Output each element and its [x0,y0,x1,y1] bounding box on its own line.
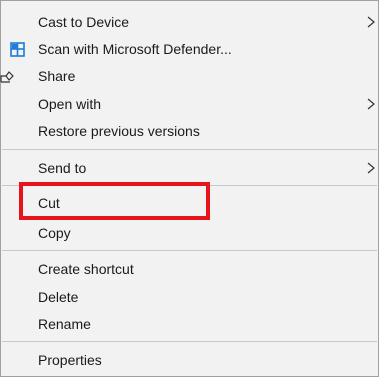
menu-item-delete[interactable]: Delete [1,284,378,310]
chevron-right-icon [367,162,375,174]
defender-shield-icon [10,42,25,57]
menu-item-label: Share [38,68,76,84]
menu-item-rename[interactable]: Rename [1,311,378,337]
chevron-right-icon [367,98,375,110]
context-menu: Cast to Device Scan with Microsoft Defen… [0,0,379,377]
menu-item-restore-previous-versions[interactable]: Restore previous versions [1,118,378,144]
menu-separator [2,149,377,150]
menu-item-label: Cast to Device [38,14,130,30]
menu-item-cast-to-device[interactable]: Cast to Device [1,9,378,35]
menu-item-send-to[interactable]: Send to [1,155,378,181]
share-icon [0,71,14,83]
menu-item-label: Restore previous versions [38,123,200,139]
menu-item-label: Rename [38,316,91,332]
menu-item-properties[interactable]: Properties [1,347,378,373]
menu-item-label: Scan with Microsoft Defender... [38,41,232,57]
menu-item-create-shortcut[interactable]: Create shortcut [1,256,378,282]
menu-item-copy[interactable]: Copy [1,220,378,246]
menu-item-label: Open with [38,96,102,112]
menu-item-label: Send to [38,160,87,176]
menu-item-scan-with-defender[interactable]: Scan with Microsoft Defender... [1,36,378,62]
highlight-box [19,182,210,220]
menu-item-label: Properties [38,352,102,368]
menu-item-label: Create shortcut [38,261,134,277]
menu-item-share[interactable]: Share [0,63,378,89]
chevron-right-icon [367,16,375,28]
menu-separator [2,341,377,342]
menu-item-open-with[interactable]: Open with [1,91,378,117]
menu-item-label: Delete [38,289,79,305]
menu-item-label: Copy [38,225,71,241]
menu-separator [2,250,377,251]
